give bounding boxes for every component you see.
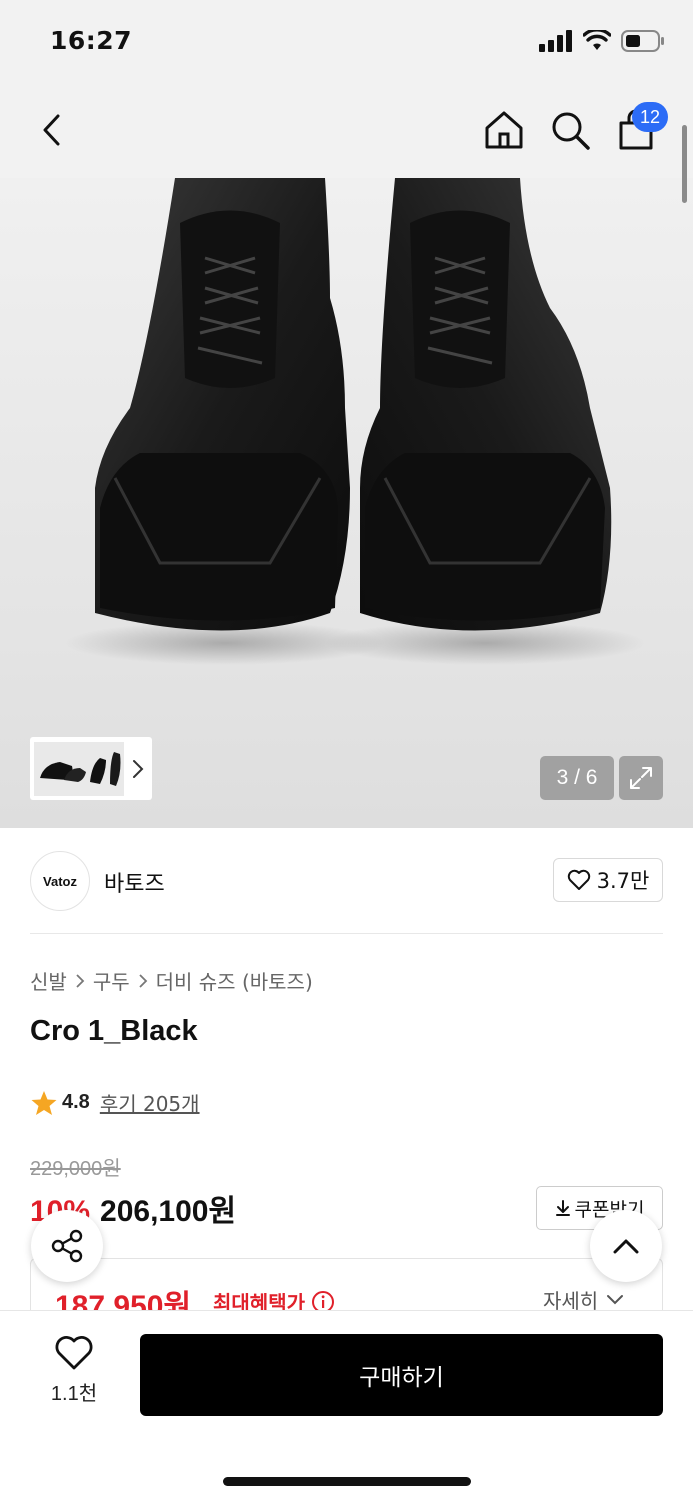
home-indicator — [223, 1477, 471, 1486]
battery-icon — [621, 30, 664, 52]
bottom-action-bar: 1.1천 구매하기 — [0, 1310, 693, 1500]
brand-row: Vatoz 바토즈 3.7만 — [0, 828, 693, 934]
buy-button[interactable]: 구매하기 — [140, 1334, 663, 1416]
original-price: 229,000원 — [30, 1158, 121, 1180]
thumbnail-shoes-image — [40, 751, 121, 786]
chevron-down-icon — [607, 1294, 624, 1304]
rating-row: 4.8 후기 205개 — [30, 1088, 200, 1117]
wifi-icon — [583, 30, 611, 50]
image-page-counter: 3 / 6 — [540, 756, 614, 800]
chevron-right-icon — [133, 759, 144, 778]
home-icon — [485, 111, 523, 149]
thumbnail-image[interactable] — [34, 741, 124, 796]
star-icon — [31, 1090, 57, 1115]
search-icon — [552, 112, 590, 150]
sale-price: 206,100원 — [100, 1195, 237, 1228]
brand-logo[interactable]: Vatoz — [30, 851, 90, 911]
chevron-left-icon — [43, 114, 60, 146]
expand-icon — [630, 767, 652, 789]
cart-count-badge: 12 — [632, 102, 668, 132]
rating-score: 4.8 — [62, 1091, 90, 1113]
breadcrumb-item[interactable]: 더비 슈즈 (바토즈) — [156, 966, 313, 995]
status-icons — [539, 30, 665, 52]
status-time: 16:27 — [50, 26, 133, 55]
download-icon — [555, 1200, 570, 1216]
chevron-right-icon — [76, 973, 85, 988]
signal-icon — [539, 30, 572, 52]
scrollbar[interactable] — [682, 125, 687, 203]
brand-name[interactable]: 바토즈 — [104, 866, 165, 898]
shoes-image — [65, 178, 645, 665]
wishlist-count: 1.1천 — [50, 1383, 98, 1405]
back-button[interactable] — [30, 108, 74, 152]
home-button[interactable] — [482, 108, 526, 152]
divider — [30, 933, 663, 934]
breadcrumb-item[interactable]: 구두 — [93, 966, 130, 995]
heart-icon — [55, 1336, 93, 1370]
expand-image-button[interactable] — [619, 756, 663, 800]
share-button[interactable] — [31, 1210, 103, 1282]
thumbnail-strip[interactable] — [30, 737, 152, 800]
search-button[interactable] — [548, 108, 592, 152]
nav-bar — [0, 88, 693, 178]
product-image[interactable] — [0, 178, 693, 828]
wishlist-button[interactable]: 1.1천 — [40, 1335, 108, 1415]
scroll-to-top-button[interactable] — [590, 1210, 662, 1282]
breadcrumb: 신발 구두 더비 슈즈 (바토즈) — [30, 966, 313, 995]
brand-like-count: 3.7만 — [596, 869, 650, 893]
breadcrumb-item[interactable]: 신발 — [30, 966, 67, 995]
share-icon — [51, 1229, 83, 1263]
heart-icon — [567, 869, 590, 890]
status-bar: 16:27 — [0, 0, 693, 88]
brand-like-button[interactable]: 3.7만 — [553, 858, 663, 902]
chevron-up-icon — [613, 1239, 639, 1254]
review-link[interactable]: 후기 205개 — [100, 1088, 200, 1117]
product-title: Cro 1_Black — [30, 1015, 198, 1047]
chevron-right-icon — [138, 973, 147, 988]
